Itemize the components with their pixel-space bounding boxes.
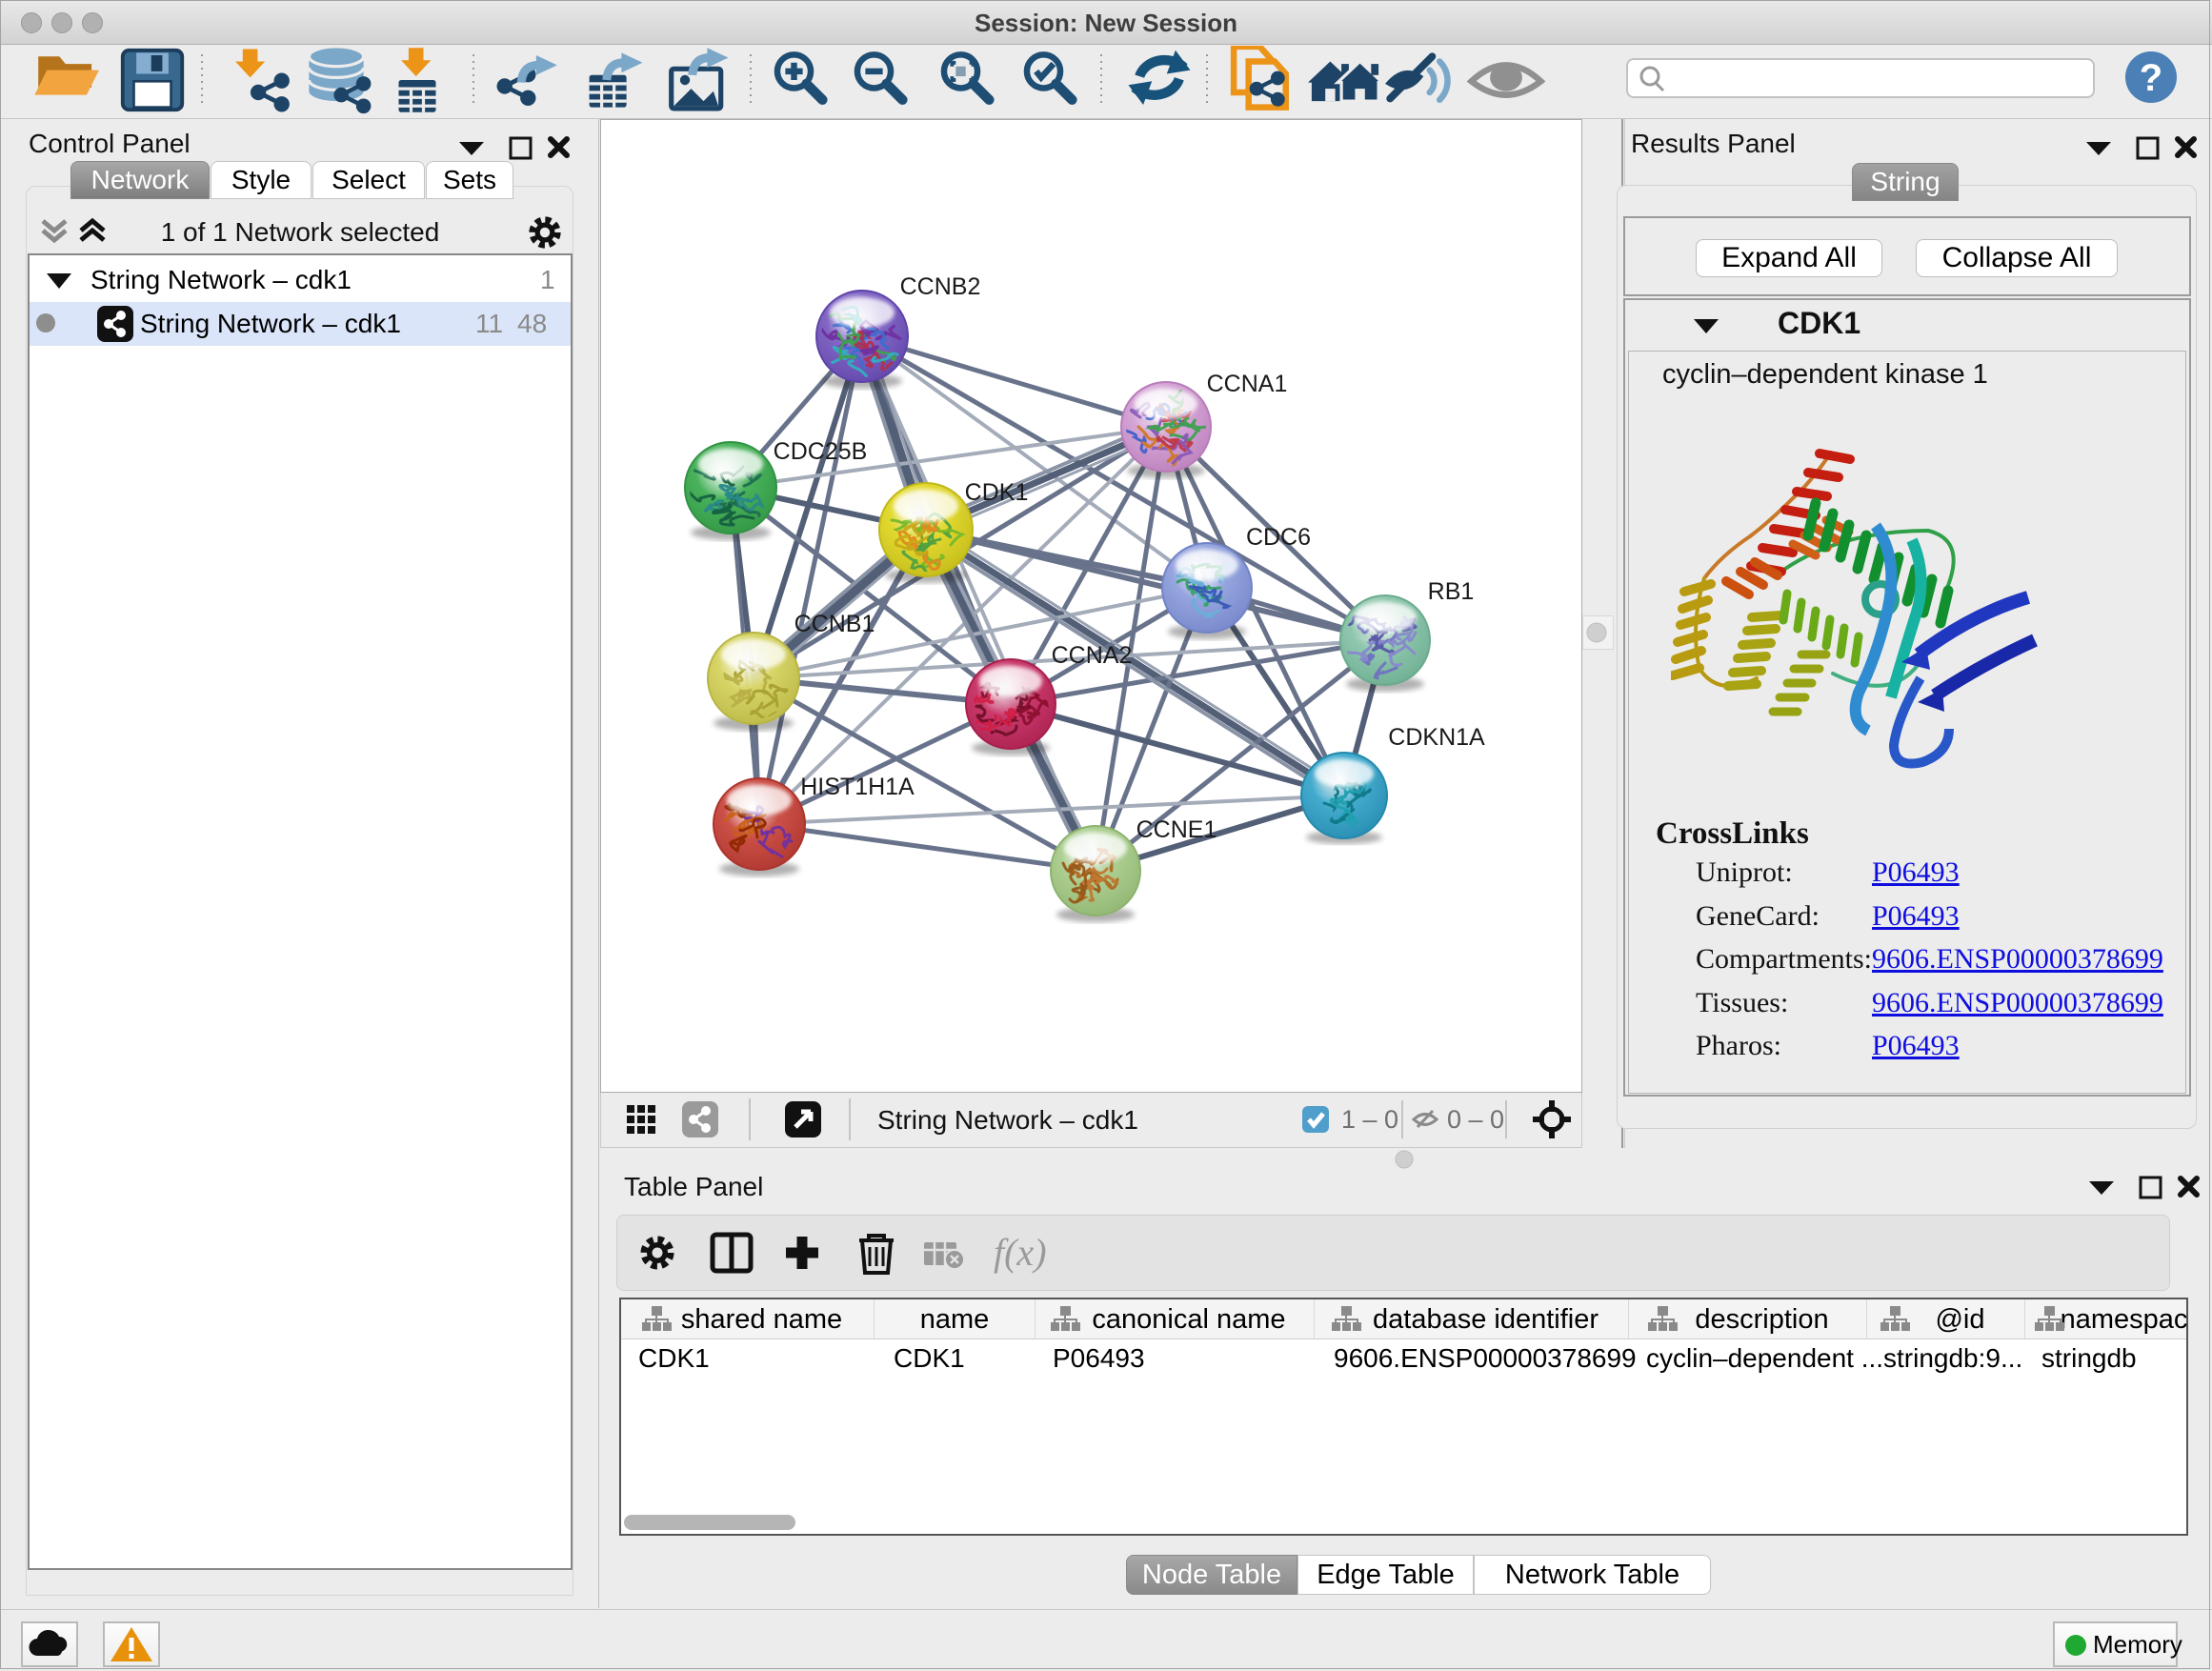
svg-text:CCNB1: CCNB1: [794, 611, 875, 637]
svg-text:CCNA1: CCNA1: [1207, 371, 1288, 397]
svg-text:RB1: RB1: [1428, 578, 1475, 605]
svg-text:CDK1: CDK1: [965, 479, 1029, 506]
svg-text:?: ?: [2140, 57, 2162, 99]
svg-text:CDC6: CDC6: [1246, 524, 1311, 551]
svg-text:CCNA2: CCNA2: [1052, 642, 1133, 669]
svg-text:CCNE1: CCNE1: [1136, 816, 1217, 843]
svg-text:f(x): f(x): [994, 1231, 1047, 1274]
svg-text:String Network – cdk1: String Network – cdk1: [877, 1105, 1138, 1135]
svg-text:CDKN1A: CDKN1A: [1388, 724, 1485, 751]
svg-text:CDC25B: CDC25B: [774, 438, 868, 465]
svg-text:1 – 0: 1 – 0: [1341, 1105, 1398, 1134]
svg-text:HIST1H1A: HIST1H1A: [800, 774, 915, 800]
svg-text:CCNB2: CCNB2: [900, 273, 981, 300]
svg-text:0 – 0: 0 – 0: [1447, 1105, 1504, 1134]
